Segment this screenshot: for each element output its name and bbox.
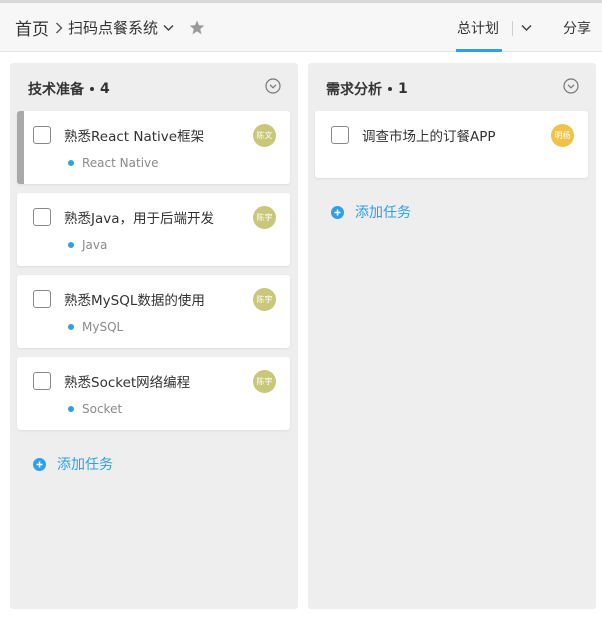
task-card[interactable]: 熟悉MySQL数据的使用 MySQL 陈宇 (17, 275, 290, 348)
task-tag-label: Socket (82, 402, 123, 416)
avatar[interactable]: 陈宇 (253, 288, 276, 311)
tab-chevron-down-icon[interactable] (521, 3, 532, 52)
task-tag-label: Java (82, 238, 108, 252)
avatar[interactable]: 陈宇 (253, 370, 276, 393)
tag-dot-icon (68, 324, 74, 330)
avatar[interactable]: 陈宇 (253, 206, 276, 229)
task-card[interactable]: 调查市场上的订餐APP 明杨 (315, 111, 588, 178)
star-icon[interactable] (189, 3, 205, 52)
task-title: 熟悉React Native框架 (64, 129, 205, 145)
add-task-label: 添加任务 (57, 457, 113, 473)
task-checkbox[interactable] (33, 126, 51, 144)
task-card[interactable]: 熟悉React Native框架 React Native 陈文 (17, 111, 290, 184)
separator-dot (388, 87, 392, 91)
task-title: 熟悉Java，用于后端开发 (64, 211, 215, 227)
column-count: 1 (398, 81, 408, 97)
column-menu-chevron-icon[interactable] (265, 78, 281, 94)
separator-dot (90, 87, 94, 91)
top-bar: 首页 扫码点餐系统 总计划 分享 (0, 0, 602, 52)
column-title: 技术准备 4 (28, 79, 110, 99)
task-tag-label: MySQL (82, 320, 124, 334)
add-task-button[interactable]: 添加任务 (33, 454, 113, 474)
task-card[interactable]: 熟悉Socket网络编程 Socket 陈宇 (17, 357, 290, 430)
task-tag: React Native (68, 156, 159, 170)
tab-plan[interactable]: 总计划 (457, 3, 499, 52)
task-checkbox[interactable] (33, 208, 51, 226)
column-name: 技术准备 (28, 82, 84, 98)
task-tag: Java (68, 238, 107, 252)
task-card[interactable]: 熟悉Java，用于后端开发 Java 陈宇 (17, 193, 290, 266)
task-checkbox[interactable] (33, 372, 51, 390)
share-button[interactable]: 分享 (563, 3, 591, 52)
task-tag-label: React Native (82, 156, 159, 170)
project-chevron-down-icon[interactable] (163, 3, 174, 52)
breadcrumb-chevron-right-icon (55, 3, 63, 52)
task-tag: MySQL (68, 320, 123, 334)
task-title: 熟悉Socket网络编程 (64, 375, 191, 391)
plus-circle-icon (33, 457, 46, 471)
column-title: 需求分析 1 (326, 79, 408, 99)
add-task-label: 添加任务 (355, 205, 411, 221)
task-checkbox[interactable] (331, 126, 349, 144)
avatar[interactable]: 陈文 (253, 124, 276, 147)
tag-dot-icon (68, 406, 74, 412)
tab-divider (512, 21, 513, 36)
column-tech-prep: 技术准备 4 熟悉React Native框架 React Native 陈文 … (10, 63, 298, 609)
column-menu-chevron-icon[interactable] (563, 78, 579, 94)
tag-dot-icon (68, 160, 74, 166)
task-checkbox[interactable] (33, 290, 51, 308)
task-tag: Socket (68, 402, 122, 416)
breadcrumb-home[interactable]: 首页 (15, 3, 49, 52)
add-task-button[interactable]: 添加任务 (331, 202, 411, 222)
plus-circle-icon (331, 205, 344, 219)
column-count: 4 (100, 81, 110, 97)
task-title: 熟悉MySQL数据的使用 (64, 293, 205, 309)
column-name: 需求分析 (326, 82, 382, 98)
task-title: 调查市场上的订餐APP (362, 129, 496, 145)
avatar[interactable]: 明杨 (551, 124, 574, 147)
column-requirements: 需求分析 1 调查市场上的订餐APP 明杨 添加任务 (308, 63, 596, 609)
tab-active-indicator (456, 49, 502, 52)
tag-dot-icon (68, 242, 74, 248)
breadcrumb-project[interactable]: 扫码点餐系统 (68, 3, 158, 52)
